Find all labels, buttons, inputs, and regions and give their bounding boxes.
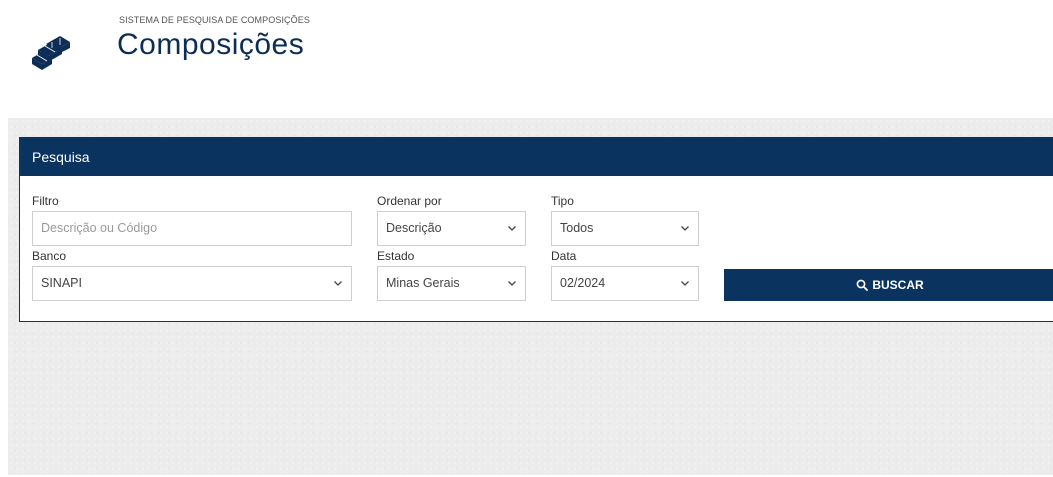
banco-value: SINAPI bbox=[41, 276, 82, 290]
estado-label: Estado bbox=[377, 249, 415, 263]
chevron-down-icon bbox=[334, 281, 342, 286]
filtro-label: Filtro bbox=[32, 194, 59, 208]
panel-title: Pesquisa bbox=[20, 138, 1053, 176]
data-label: Data bbox=[551, 249, 577, 263]
ordenar-select[interactable]: Descrição bbox=[377, 211, 526, 246]
search-icon bbox=[856, 279, 869, 291]
banco-label: Banco bbox=[32, 249, 67, 263]
buscar-label: BUSCAR bbox=[872, 278, 924, 292]
search-panel: Pesquisa Filtro Ordenar por Tipo Descriç… bbox=[19, 137, 1053, 322]
chevron-down-icon bbox=[681, 226, 689, 231]
ordenar-value: Descrição bbox=[386, 221, 442, 235]
ordenar-label: Ordenar por bbox=[377, 194, 442, 208]
data-value: 02/2024 bbox=[560, 276, 606, 290]
page: SISTEMA DE PESQUISA DE COMPOSIÇÕES Compo… bbox=[0, 0, 1053, 477]
filtro-input[interactable]: Descrição ou Código bbox=[32, 211, 352, 246]
bricks-icon bbox=[32, 36, 70, 70]
tipo-value: Todos bbox=[560, 221, 594, 235]
buscar-button[interactable]: BUSCAR bbox=[724, 269, 1053, 301]
app-subtitle: SISTEMA DE PESQUISA DE COMPOSIÇÕES bbox=[119, 15, 310, 25]
data-select[interactable]: 02/2024 bbox=[551, 266, 699, 301]
chevron-down-icon bbox=[508, 281, 516, 286]
estado-select[interactable]: Minas Gerais bbox=[377, 266, 526, 301]
chevron-down-icon bbox=[681, 281, 689, 286]
banco-select[interactable]: SINAPI bbox=[32, 266, 352, 301]
tipo-label: Tipo bbox=[551, 194, 574, 208]
chevron-down-icon bbox=[508, 226, 516, 231]
page-title: Composições bbox=[117, 28, 305, 61]
estado-value: Minas Gerais bbox=[386, 276, 460, 290]
tipo-select[interactable]: Todos bbox=[551, 211, 699, 246]
